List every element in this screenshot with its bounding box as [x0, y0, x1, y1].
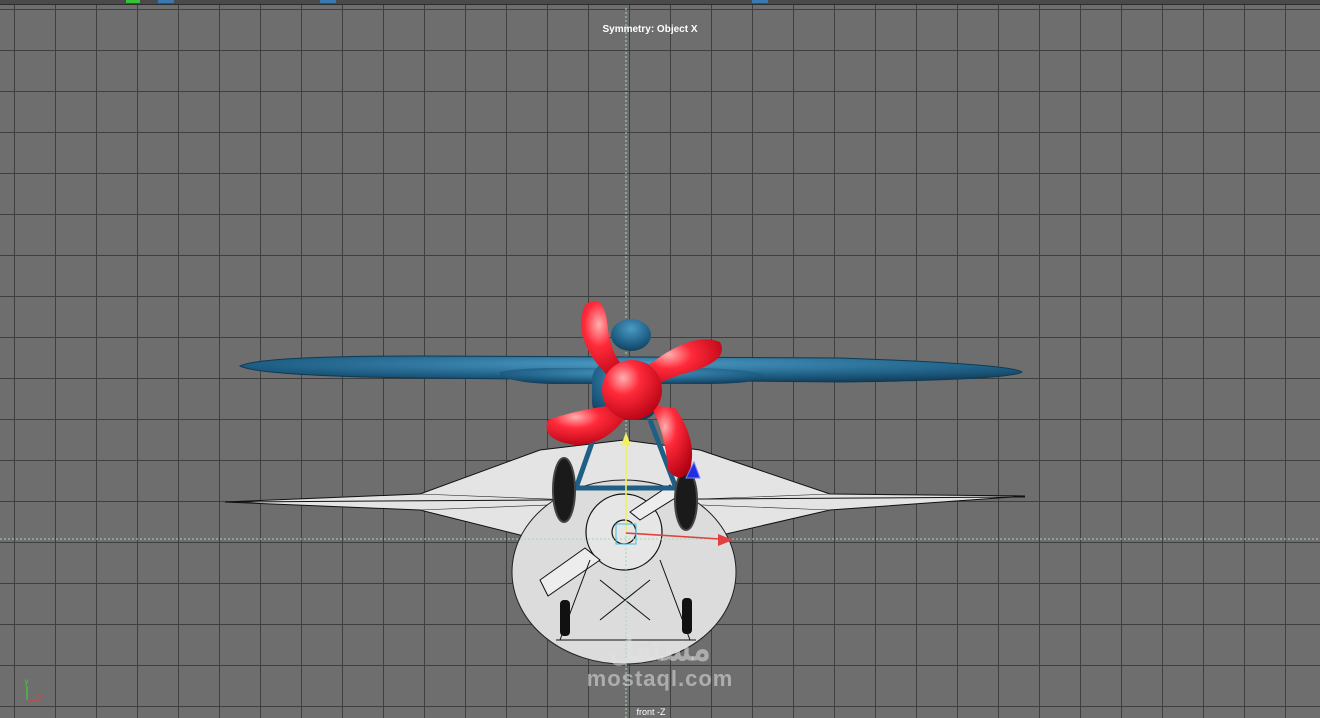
wheel-right [674, 469, 698, 531]
watermark: مستقل mostaql.com [560, 630, 760, 690]
propeller-spinner [602, 360, 662, 420]
reference-wheel-right [682, 598, 692, 634]
wheel-left [552, 457, 576, 523]
watermark-latin: mostaql.com [586, 666, 734, 691]
manipulator-y-arrow[interactable] [621, 432, 631, 446]
camera-label: front -Z [636, 707, 666, 717]
watermark-arabic: مستقل [609, 630, 711, 668]
axis-x-label: x [38, 692, 43, 701]
engine-cowl [611, 319, 651, 351]
scene-canvas[interactable] [0, 0, 1320, 718]
axis-y-label: y [24, 677, 29, 686]
